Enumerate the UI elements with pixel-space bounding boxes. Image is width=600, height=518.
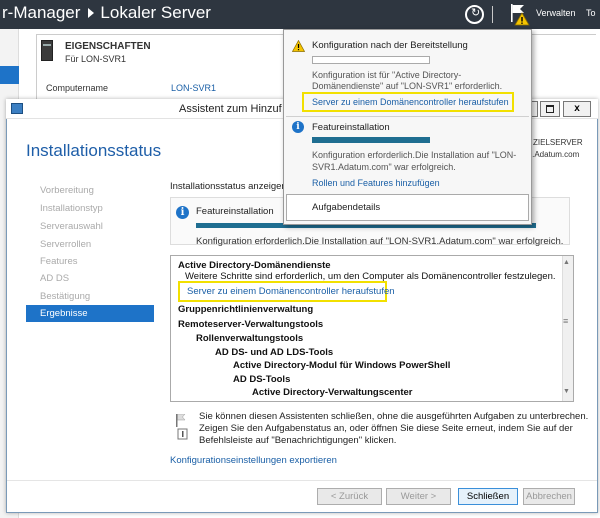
installation-status-label: Installationsstatus anzeigen — [170, 181, 287, 192]
feature-installation-title: Featureinstallation — [196, 206, 274, 217]
result-gpm: Gruppenrichtlinienverwaltung — [178, 304, 314, 315]
scroll-grip-icon[interactable]: ≡ — [563, 316, 568, 326]
properties-heading: EIGENSCHAFTEN — [65, 41, 151, 52]
computer-name-label: Computername — [46, 83, 109, 93]
warning-icon — [514, 12, 530, 26]
result-ad-ds-title: Active Directory-Domänendienste — [178, 260, 331, 271]
scroll-up-icon[interactable]: ▲ — [563, 259, 570, 266]
result-rsat: Remoteserver-Verwaltungstools — [178, 319, 324, 330]
wizard-title: Assistent zum Hinzuf — [179, 103, 282, 115]
close-info-text-1: Sie können diesen Assistenten schließen,… — [199, 411, 589, 422]
step-preparation: Vorbereitung — [40, 185, 94, 196]
wizard-app-icon — [11, 103, 23, 114]
info-icon: i — [292, 121, 304, 133]
close-info-text-2: Zeigen Sie den Aufgabenstatus an, oder ö… — [199, 423, 573, 434]
page-title: Lokaler Server — [100, 3, 211, 22]
computer-name-link[interactable]: LON-SVR1 — [171, 83, 216, 93]
info-icon: i — [176, 206, 189, 219]
notification-feature-progress — [312, 137, 430, 143]
wizard-page-heading: Installationsstatus — [26, 141, 162, 160]
warning-icon — [292, 40, 305, 52]
back-button[interactable]: < Zurück — [317, 488, 382, 505]
notification-deploy-progress — [312, 56, 430, 64]
step-results-label: Ergebnisse — [40, 308, 88, 319]
step-ad-ds: AD DS — [40, 273, 70, 284]
notification-feature-desc-1: Konfiguration erforderlich.Die Installat… — [312, 150, 517, 160]
step-server-selection: Serverauswahl — [40, 221, 103, 232]
task-details-label: Aufgabendetails — [312, 202, 381, 213]
add-roles-features-link[interactable]: Rollen und Features hinzufügen — [312, 178, 440, 188]
feature-installation-desc: Konfiguration erforderlich.Die Installat… — [196, 236, 564, 247]
close-info-text-3: Befehlsleiste auf "Benachrichtigungen" k… — [199, 435, 397, 446]
target-server-label: ZIELSERVER — [533, 138, 583, 147]
notification-flag-icon — [176, 414, 188, 440]
breadcrumb-arrow-icon — [88, 7, 95, 18]
step-installation-type: Installationstyp — [40, 203, 103, 214]
results-scrollbar[interactable] — [562, 256, 573, 401]
menu-manage[interactable]: Verwalten — [536, 8, 576, 18]
next-button[interactable]: Weiter > — [386, 488, 451, 505]
result-ad-admin-center: Active Directory-Verwaltungscenter — [252, 387, 413, 398]
promote-dc-link[interactable]: Server zu einem Domänencontroller herauf… — [187, 286, 395, 297]
target-server-name: r1.Adatum.com — [525, 150, 580, 159]
notification-deploy-desc-1: Konfiguration ist für "Active Directory- — [312, 70, 462, 80]
close-window-button[interactable]: x — [563, 101, 591, 117]
notification-deploy-desc-2: Domänendienste" auf "LON-SVR1" erforderl… — [312, 81, 503, 91]
notification-divider — [286, 116, 529, 117]
maximize-button[interactable] — [540, 101, 560, 117]
app-title: r-Manager — [2, 3, 81, 22]
sidebar-selected-item[interactable] — [0, 66, 19, 84]
notification-deploy-title: Konfiguration nach der Bereitstellung — [312, 40, 468, 51]
wizard-footer-divider — [7, 480, 597, 481]
cancel-button[interactable]: Abbrechen — [523, 488, 575, 505]
properties-subheading: Für LON-SVR1 — [65, 54, 127, 64]
export-settings-link[interactable]: Konfigurationseinstellungen exportieren — [170, 455, 337, 466]
refresh-icon[interactable]: ↻ — [465, 5, 484, 24]
maximize-icon — [546, 105, 554, 113]
server-manager-breadcrumb: r-Manager Lokaler Server — [2, 3, 211, 23]
server-icon-detail — [43, 44, 51, 46]
step-features: Features — [40, 256, 78, 267]
toolbar-divider — [492, 6, 493, 23]
step-confirmation: Bestätigung — [40, 291, 91, 302]
result-adds-lds-tools: AD DS- und AD LDS-Tools — [215, 347, 334, 358]
scroll-down-icon[interactable]: ▼ — [563, 388, 570, 395]
result-adds-tools: AD DS-Tools — [233, 374, 291, 385]
result-role-tools: Rollenverwaltungstools — [196, 333, 304, 344]
notification-feature-title: Featureinstallation — [312, 122, 390, 133]
notification-feature-desc-2: SVR1.Adatum.com" war erfolgreich. — [312, 162, 456, 172]
result-ps-module: Active Directory-Modul für Windows Power… — [233, 360, 451, 371]
close-button[interactable]: Schließen — [458, 488, 518, 505]
step-server-roles: Serverrollen — [40, 239, 92, 250]
menu-tools[interactable]: To — [586, 8, 596, 18]
notification-promote-dc-link[interactable]: Server zu einem Domänencontroller herauf… — [312, 97, 509, 107]
